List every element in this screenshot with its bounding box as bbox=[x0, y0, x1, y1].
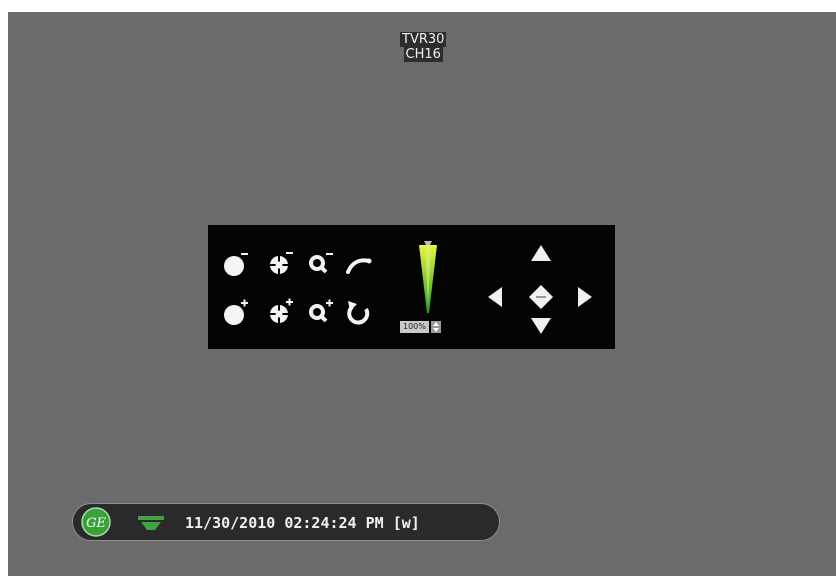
speed-slider-graphic bbox=[419, 241, 437, 313]
camera-osd-title: TVR30 CH16 bbox=[400, 32, 447, 62]
status-bar: GE 11/30/2010 02:24:24 PM [w] bbox=[72, 503, 500, 541]
pan-down-button[interactable] bbox=[525, 310, 557, 342]
pan-right-button[interactable] bbox=[568, 281, 600, 313]
arrow-right-icon bbox=[578, 287, 592, 307]
ptz-home-button[interactable] bbox=[525, 281, 557, 313]
channel-label: CH16 bbox=[403, 47, 443, 62]
iris-open-button[interactable] bbox=[220, 297, 252, 329]
pan-left-button[interactable] bbox=[480, 281, 512, 313]
zoom-plus-icon bbox=[309, 299, 333, 323]
ptz-speed-control: 100% bbox=[400, 320, 460, 334]
pan-up-button[interactable] bbox=[525, 237, 557, 269]
focus-near-button[interactable] bbox=[264, 248, 296, 280]
focus-minus-icon bbox=[267, 252, 293, 277]
ptz-control-panel: 100% bbox=[208, 225, 615, 349]
speed-spinner[interactable] bbox=[430, 321, 441, 333]
home-diamond-icon bbox=[529, 285, 553, 309]
speed-value[interactable]: 100% bbox=[400, 321, 429, 333]
wiper-icon bbox=[346, 258, 372, 274]
zoom-out-button[interactable] bbox=[304, 248, 336, 280]
device-name-label: TVR30 bbox=[400, 32, 447, 47]
datetime-display: 11/30/2010 02:24:24 PM [w] bbox=[185, 514, 420, 532]
iris-minus-icon bbox=[224, 253, 248, 276]
rotate-icon bbox=[347, 301, 370, 325]
network-status-icon bbox=[138, 516, 164, 530]
iris-plus-icon bbox=[224, 299, 248, 325]
video-viewport: TVR30 CH16 100% GE 11/30/2010 02:24:24 P… bbox=[8, 12, 836, 576]
auto-scan-button[interactable] bbox=[342, 297, 374, 329]
svg-text:GE: GE bbox=[86, 516, 106, 531]
arrow-down-icon bbox=[531, 318, 551, 334]
zoom-minus-icon bbox=[309, 253, 333, 274]
ge-logo: GE bbox=[81, 507, 111, 537]
arrow-left-icon bbox=[488, 287, 502, 307]
wiper-button[interactable] bbox=[342, 248, 374, 280]
arrow-up-icon bbox=[531, 245, 551, 261]
focus-far-button[interactable] bbox=[264, 297, 296, 329]
zoom-in-button[interactable] bbox=[304, 297, 336, 329]
network-status bbox=[135, 513, 167, 533]
updown-arrows-icon bbox=[432, 322, 439, 332]
iris-close-button[interactable] bbox=[220, 248, 252, 280]
ge-logo-icon: GE bbox=[81, 507, 111, 537]
ptz-speed-slider[interactable] bbox=[416, 237, 440, 315]
focus-plus-icon bbox=[267, 298, 293, 326]
